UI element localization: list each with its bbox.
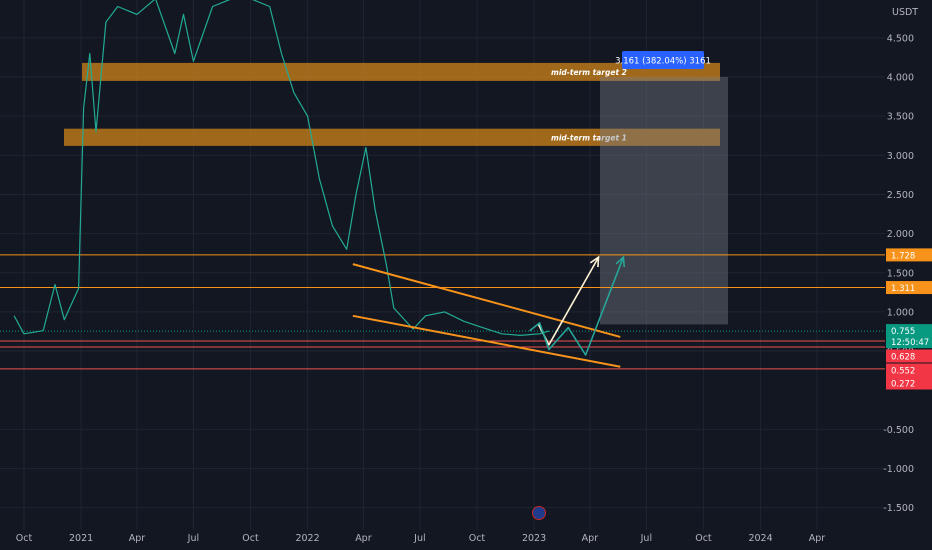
price-axis[interactable]: USDT 4.500 4.000 3.500 3.000 2.500 2.000 1.500… xyxy=(883,7,932,514)
y-tick-label: -1.500 xyxy=(883,503,914,514)
projection-tag-label: 3.161 (382.04%) 3161 xyxy=(615,57,711,67)
x-tick-label: Jul xyxy=(187,533,199,544)
x-tick-label: Apr xyxy=(582,533,599,544)
y-tick-label: 4.500 xyxy=(887,33,914,44)
current-price-tag-label: 0.755 xyxy=(891,327,915,337)
x-tick-labels: Oct 2021 Apr Jul Oct 2022 Apr Jul Oct 2023 Apr Jul O… xyxy=(16,533,826,544)
y-tick-label: 2.500 xyxy=(887,190,914,201)
x-tick-label: Oct xyxy=(242,533,259,544)
x-tick-label: 2023 xyxy=(522,533,546,544)
y-tick-label: -1.000 xyxy=(883,464,914,475)
level-tag-label: 1.728 xyxy=(891,251,915,261)
price-chart[interactable]: mid-term target 2mid-term target 1 3.161… xyxy=(0,0,932,550)
x-tick-label: Oct xyxy=(695,533,712,544)
x-tick-label: Apr xyxy=(129,533,146,544)
x-tick-label: 2024 xyxy=(748,533,772,544)
x-tick-label: Jul xyxy=(413,533,425,544)
y-tick-labels: 4.500 4.000 3.500 3.000 2.500 2.000 1.500 1.000… xyxy=(883,33,914,514)
currency-label: USDT xyxy=(892,7,918,18)
us-flag-icon[interactable] xyxy=(532,506,546,520)
y-tick-label: 1.000 xyxy=(887,307,914,318)
target-zone-label: mid-term target 2 xyxy=(551,68,627,77)
level-tag-label: 0.552 xyxy=(891,367,915,377)
level-tag-label: 0.272 xyxy=(891,380,915,390)
x-tick-label: Apr xyxy=(809,533,826,544)
y-tick-label: -0.500 xyxy=(883,425,914,436)
y-tick-label: 3.000 xyxy=(887,151,914,162)
x-tick-label: Oct xyxy=(16,533,33,544)
y-tick-label: 2.000 xyxy=(887,229,914,240)
current-price-tag-label: 12:50:47 xyxy=(891,338,929,348)
y-tick-label: 4.000 xyxy=(887,73,914,84)
y-tick-label: 3.500 xyxy=(887,112,914,123)
y-tick-label: 1.500 xyxy=(887,268,914,279)
x-tick-label: 2022 xyxy=(295,533,319,544)
level-tag-label: 0.628 xyxy=(891,353,915,363)
grid-horizontal xyxy=(0,37,885,509)
x-tick-label: 2021 xyxy=(69,533,93,544)
projection-box[interactable]: 3.161 (382.04%) 3161 xyxy=(600,51,728,325)
x-tick-label: Oct xyxy=(469,533,486,544)
price-series xyxy=(0,0,885,336)
x-tick-label: Jul xyxy=(640,533,652,544)
price-line xyxy=(13,0,550,336)
x-tick-label: Apr xyxy=(355,533,372,544)
level-tag-label: 1.311 xyxy=(891,284,915,294)
time-axis[interactable]: Oct 2021 Apr Jul Oct 2022 Apr Jul Oct 2023 Apr Jul O… xyxy=(16,533,826,544)
